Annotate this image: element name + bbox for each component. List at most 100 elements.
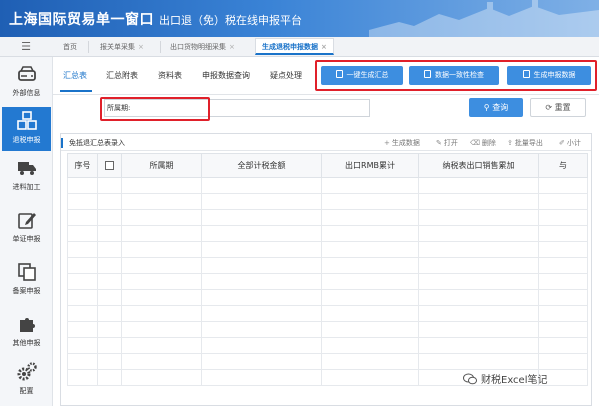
delete-tool[interactable]: ⌫ 删除 <box>470 138 496 148</box>
tab-declaration-collect[interactable]: 报关单采集 × <box>100 39 144 56</box>
great-wall-banner-image <box>369 0 599 37</box>
table-cell <box>97 241 122 258</box>
table-cell <box>321 369 419 386</box>
table-cell <box>121 305 202 322</box>
column-header-export-rmb: 出口RMB累计 <box>321 153 419 178</box>
batch-export-label: 批量导出 <box>514 139 543 147</box>
trash-icon: ⌫ <box>470 139 480 147</box>
table-cell <box>201 273 322 290</box>
tab-home[interactable]: 首页 <box>63 39 77 56</box>
reset-button[interactable]: ⟳ 重置 <box>530 98 586 117</box>
table-cell <box>201 289 322 306</box>
document-icon <box>522 70 530 78</box>
tab-generate-refund-data-label: 生成退税申报数据 <box>262 43 318 51</box>
table-cell <box>201 321 322 338</box>
batch-export-tool[interactable]: ⇪ 批量导出 <box>507 138 543 148</box>
table-cell <box>321 321 419 338</box>
table-header-row: 序号 所属期 全部计税金额 出口RMB累计 纳税表出口销售累加 与 <box>67 153 588 178</box>
table-cell <box>418 177 539 194</box>
table-cell <box>121 177 202 194</box>
table-row[interactable] <box>67 337 588 354</box>
table-cell <box>321 225 419 242</box>
tab-data-table[interactable]: 资料表 <box>158 70 182 81</box>
table-cell <box>67 257 98 274</box>
table-row[interactable] <box>67 305 588 322</box>
summary-table: 序号 所属期 全部计税金额 出口RMB累计 纳税表出口销售累加 与 <box>67 153 588 386</box>
consistency-check-label: 数据一致性检查 <box>435 71 484 79</box>
watermark: 财税Excel笔记 <box>463 371 548 386</box>
table-cell <box>201 177 322 194</box>
close-icon[interactable]: × <box>229 43 235 51</box>
tab-summary-attachment[interactable]: 汇总附表 <box>106 70 138 81</box>
consistency-check-button[interactable]: 数据一致性检查 <box>409 66 499 85</box>
subtotal-tool[interactable]: ✐ 小计 <box>559 138 581 148</box>
generate-data-tool[interactable]: + 生成数据 <box>384 138 420 148</box>
tab-generate-refund-data[interactable]: 生成退税申报数据 × <box>255 38 334 55</box>
tab-doubt-handling[interactable]: 疑点处理 <box>270 70 302 81</box>
table-cell <box>321 241 419 258</box>
sidebar-item-label: 其他申报 <box>12 339 41 347</box>
table-cell <box>67 289 98 306</box>
table-cell <box>97 353 122 370</box>
table-cell <box>97 225 122 242</box>
tab-declaration-query[interactable]: 申报数据查询 <box>202 70 250 81</box>
document-icon <box>424 70 431 78</box>
table-cell <box>201 209 322 226</box>
hard-drive-icon <box>17 66 36 81</box>
sidebar-item-external-info[interactable]: 外部信息 <box>2 60 51 104</box>
table-row[interactable] <box>67 257 588 274</box>
select-all-checkbox[interactable] <box>105 161 114 170</box>
open-label: 打开 <box>443 139 458 147</box>
one-click-summary-button[interactable]: 一键生成汇总 <box>321 66 403 85</box>
table-row[interactable] <box>67 241 588 258</box>
sidebar-item-document-declaration[interactable]: 单证申报 <box>2 206 51 250</box>
table-cell <box>418 321 539 338</box>
left-sidebar: 外部信息 退税申报 进料加工 单证申报 备案申报 其他申报 配置 <box>0 57 53 406</box>
table-cell <box>321 209 419 226</box>
table-cell <box>97 193 122 210</box>
sidebar-item-processing[interactable]: 进料加工 <box>2 154 51 198</box>
table-row[interactable] <box>67 321 588 338</box>
tab-export-detail-collect[interactable]: 出口货物明细采集 × <box>170 39 235 56</box>
table-cell <box>67 369 98 386</box>
table-cell <box>538 289 588 306</box>
table-cell <box>418 209 539 226</box>
panel-title: 免抵退汇总表录入 <box>69 139 125 147</box>
query-button[interactable]: ⚲ 查询 <box>469 98 523 117</box>
close-icon[interactable]: × <box>321 43 327 51</box>
table-cell <box>67 209 98 226</box>
table-row[interactable] <box>67 353 588 370</box>
generate-data-label: 生成数据 <box>391 139 420 147</box>
table-cell <box>418 289 539 306</box>
table-row[interactable] <box>67 289 588 306</box>
table-row[interactable] <box>67 209 588 226</box>
close-icon[interactable]: × <box>138 43 144 51</box>
sidebar-item-settings[interactable]: 配置 <box>2 358 51 402</box>
app-header: 上海国际贸易单一窗口 出口退（免）税在线申报平台 <box>0 0 599 37</box>
table-cell <box>538 177 588 194</box>
table-row[interactable] <box>67 177 588 194</box>
table-cell <box>67 241 98 258</box>
table-cell <box>121 353 202 370</box>
sidebar-item-filing-declaration[interactable]: 备案申报 <box>2 258 51 302</box>
watermark-text: 财税Excel笔记 <box>481 375 548 386</box>
table-row[interactable] <box>67 273 588 290</box>
table-cell <box>121 337 202 354</box>
sidebar-item-refund-declaration[interactable]: 退税申报 <box>2 107 51 151</box>
generate-declaration-button[interactable]: 生成申报数据 <box>507 66 591 85</box>
open-tool[interactable]: ✎ 打开 <box>436 138 458 148</box>
sidebar-item-label: 备案申报 <box>12 287 41 295</box>
one-click-summary-label: 一键生成汇总 <box>346 71 389 79</box>
edit-icon <box>17 213 36 229</box>
table-cell <box>97 273 122 290</box>
column-header-select[interactable] <box>97 153 122 178</box>
table-cell <box>121 273 202 290</box>
table-row[interactable] <box>67 225 588 242</box>
hamburger-menu-icon[interactable]: ☰ <box>19 40 33 54</box>
sidebar-item-other-declaration[interactable]: 其他申报 <box>2 310 51 354</box>
table-cell <box>121 289 202 306</box>
tab-summary[interactable]: 汇总表 <box>63 70 87 81</box>
table-row[interactable] <box>67 193 588 210</box>
table-cell <box>321 353 419 370</box>
table-cell <box>538 241 588 258</box>
